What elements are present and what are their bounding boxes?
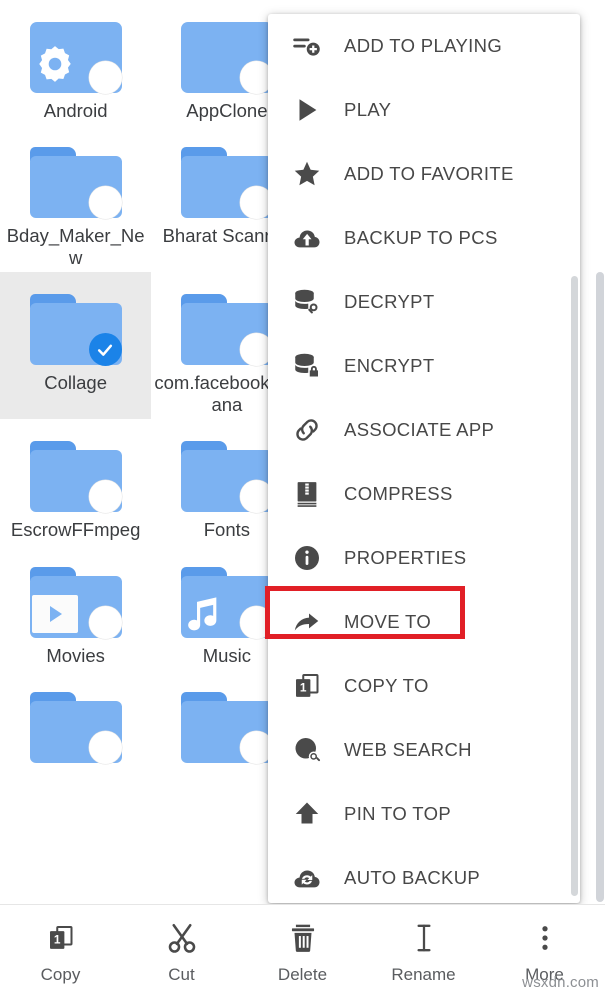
- context-menu-item-label: WEB SEARCH: [344, 739, 472, 760]
- database-unlock-icon: [290, 285, 324, 319]
- folder-icon: [179, 561, 275, 639]
- folder-icon: [28, 561, 124, 639]
- star-icon: [290, 157, 324, 191]
- link-icon: [290, 413, 324, 447]
- select-circle-badge[interactable]: [88, 186, 122, 220]
- info-icon: [290, 541, 324, 575]
- context-menu-item[interactable]: ASSOCIATE APP: [268, 398, 580, 462]
- context-menu-item[interactable]: AUTO BACKUP: [268, 846, 580, 903]
- folder-icon: [179, 435, 275, 514]
- context-menu-item[interactable]: COMPRESS: [268, 462, 580, 526]
- context-menu-scrollbar[interactable]: [571, 276, 578, 896]
- file-item-label: Movies: [46, 644, 105, 666]
- cloud-sync-icon: [290, 861, 324, 895]
- svg-text:1: 1: [53, 933, 60, 947]
- context-menu-item-label: DECRYPT: [344, 291, 435, 312]
- select-circle-badge[interactable]: [88, 731, 122, 765]
- cloud-upload-icon: [290, 221, 324, 255]
- context-menu-item-label: COMPRESS: [344, 483, 453, 504]
- watermark-text: wsxdn.com: [522, 974, 599, 991]
- svg-text:1: 1: [300, 681, 307, 695]
- context-menu-item[interactable]: DECRYPT: [268, 270, 580, 334]
- copy-icon: 1: [290, 669, 324, 703]
- context-menu-item-label: ASSOCIATE APP: [344, 419, 495, 440]
- web-search-icon: [290, 733, 324, 767]
- context-menu-item[interactable]: WEB SEARCH: [268, 718, 580, 782]
- folder-icon: [179, 288, 275, 367]
- bottom-bar-button[interactable]: Cut: [121, 905, 242, 997]
- context-menu[interactable]: ADD TO PLAYING PLAY ADD TO FAVORITE BACKUP …: [268, 14, 580, 903]
- file-item[interactable]: EscrowFFmpeg: [0, 419, 151, 544]
- context-menu-item[interactable]: PROPERTIES: [268, 526, 580, 590]
- bottom-bar-button-label: Copy: [40, 965, 81, 984]
- play-icon: [290, 93, 324, 127]
- context-menu-item-label: ADD TO FAVORITE: [344, 163, 514, 184]
- bottom-bar-button-label: Rename: [391, 965, 456, 984]
- select-circle-badge[interactable]: [88, 605, 122, 639]
- add-to-queue-icon: [290, 29, 324, 63]
- arrow-up-icon: [290, 797, 324, 831]
- text-cursor-icon: [407, 918, 441, 958]
- overflow-dots-icon: [530, 918, 560, 958]
- context-menu-item[interactable]: ADD TO FAVORITE: [268, 142, 580, 206]
- zip-archive-icon: [290, 477, 324, 511]
- file-item-selected[interactable]: Collage: [0, 272, 152, 420]
- file-item[interactable]: Android: [0, 0, 151, 125]
- context-menu-item[interactable]: 1 COPY TO: [268, 654, 580, 718]
- file-item[interactable]: Movies: [0, 545, 151, 670]
- select-circle-badge[interactable]: [88, 61, 122, 94]
- trash-icon: [286, 918, 320, 958]
- context-menu-item[interactable]: PLAY: [268, 78, 580, 142]
- context-menu-item-label: ENCRYPT: [344, 355, 435, 376]
- bottom-bar-button-label: Delete: [277, 965, 328, 984]
- context-menu-item[interactable]: BACKUP TO PCS: [268, 206, 580, 270]
- folder-icon: [28, 141, 124, 220]
- folder-icon: [179, 686, 275, 765]
- play-icon: [31, 594, 78, 638]
- context-menu-item-label: BACKUP TO PCS: [344, 227, 498, 248]
- scissors-icon: [164, 918, 200, 958]
- context-menu-item[interactable]: ENCRYPT: [268, 334, 580, 398]
- folder-icon: [28, 288, 124, 367]
- file-item-label: EscrowFFmpeg: [10, 519, 141, 541]
- context-menu-item-label: PLAY: [344, 99, 392, 120]
- bottom-bar-button-label: Cut: [168, 965, 195, 984]
- gear-icon: [34, 43, 76, 90]
- bottom-bar-button[interactable]: Rename: [363, 905, 484, 997]
- music-note-icon: [183, 593, 223, 638]
- context-menu-item[interactable]: PIN TO TOP: [268, 782, 580, 846]
- bottom-bar-button[interactable]: Delete: [242, 905, 363, 997]
- folder-icon: [179, 16, 275, 94]
- context-menu-item-label: MOVE TO: [344, 611, 432, 632]
- file-item[interactable]: [0, 670, 151, 774]
- selected-check-badge[interactable]: [88, 333, 122, 367]
- bottom-action-bar[interactable]: 1 Copy Cut Delete Rename More: [0, 904, 605, 997]
- context-menu-item[interactable]: MOVE TO: [268, 590, 580, 654]
- context-menu-item[interactable]: ADD TO PLAYING: [268, 14, 580, 78]
- select-circle-badge[interactable]: [88, 480, 122, 514]
- context-menu-item-label: PROPERTIES: [344, 547, 467, 568]
- file-manager-screen: Android AppClone Bday_Maker_New Bharat Scan…: [0, 0, 605, 997]
- grid-scrollbar[interactable]: [596, 272, 604, 902]
- folder-icon: [28, 686, 124, 765]
- file-item-label: Android: [43, 100, 108, 121]
- move-arrow-icon: [290, 605, 324, 639]
- file-item-label: Collage: [44, 372, 107, 394]
- context-menu-item-label: AUTO BACKUP: [344, 867, 481, 888]
- file-item[interactable]: Bday_Maker_New: [0, 125, 151, 272]
- context-menu-list[interactable]: ADD TO PLAYING PLAY ADD TO FAVORITE BACKUP …: [268, 14, 580, 903]
- context-menu-item-label: PIN TO TOP: [344, 803, 452, 824]
- copy-icon: 1: [46, 918, 76, 958]
- file-item-label: Bday_Maker_New: [6, 225, 145, 268]
- folder-icon: [179, 141, 275, 220]
- folder-icon: [28, 435, 124, 514]
- context-menu-item-label: ADD TO PLAYING: [344, 35, 503, 56]
- context-menu-item-label: COPY TO: [344, 675, 429, 696]
- bottom-bar-button[interactable]: 1 Copy: [0, 905, 121, 997]
- folder-icon: [28, 16, 124, 94]
- database-lock-icon: [290, 349, 324, 383]
